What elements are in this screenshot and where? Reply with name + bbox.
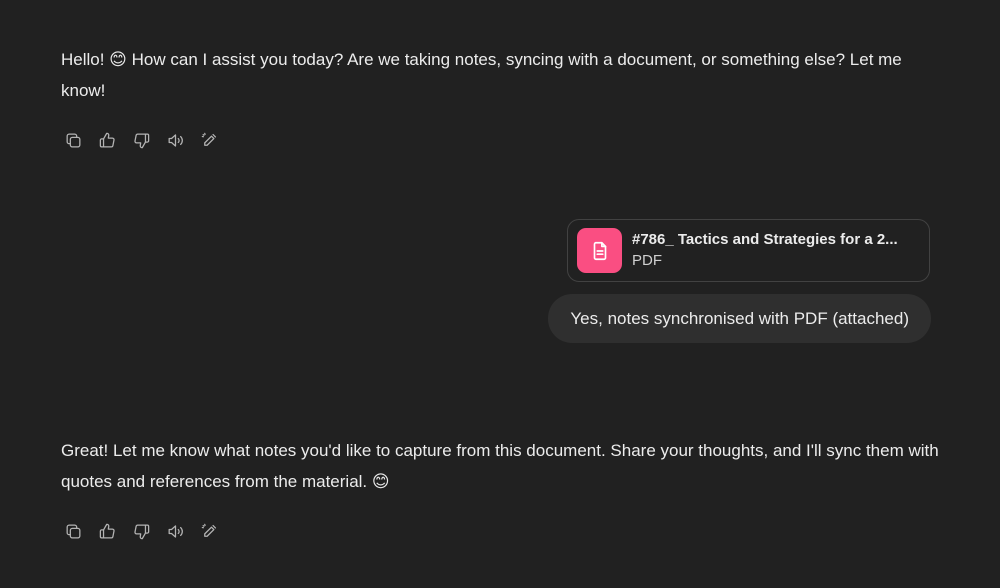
copy-button[interactable] [60,518,86,544]
file-type: PDF [632,251,662,269]
read-aloud-icon [168,133,183,147]
thumbs-up-icon [99,132,115,147]
edit-icon [201,132,216,146]
thumbs-up-button[interactable] [94,127,120,153]
thumbs-up-button[interactable] [94,518,120,544]
thumbs-up-icon [99,523,115,538]
file-name: #786_ Tactics and Strategies for a 2... [632,230,898,248]
copy-button[interactable] [60,127,86,153]
thumbs-down-button[interactable] [128,518,154,544]
copy-icon [66,524,80,538]
copy-icon [66,133,80,147]
message-actions [60,127,222,153]
user-message-bubble: Yes, notes synchronised with PDF (attach… [548,294,931,343]
edit-button[interactable] [196,518,222,544]
read-aloud-button[interactable] [162,127,188,153]
message-actions [60,518,222,544]
edit-icon [201,523,216,537]
read-aloud-button[interactable] [162,518,188,544]
read-aloud-icon [168,524,183,538]
thumbs-down-icon [133,133,149,148]
thumbs-down-button[interactable] [128,127,154,153]
assistant-message: Great! Let me know what notes you'd like… [61,441,939,491]
file-attachment-card[interactable]: #786_ Tactics and Strategies for a 2... … [567,219,930,282]
assistant-message: Hello! 😊 How can I assist you today? Are… [61,50,902,100]
thumbs-down-icon [133,524,149,539]
document-icon [593,241,606,260]
file-meta: #786_ Tactics and Strategies for a 2... … [632,230,922,272]
file-icon-badge [577,228,622,273]
edit-button[interactable] [196,127,222,153]
